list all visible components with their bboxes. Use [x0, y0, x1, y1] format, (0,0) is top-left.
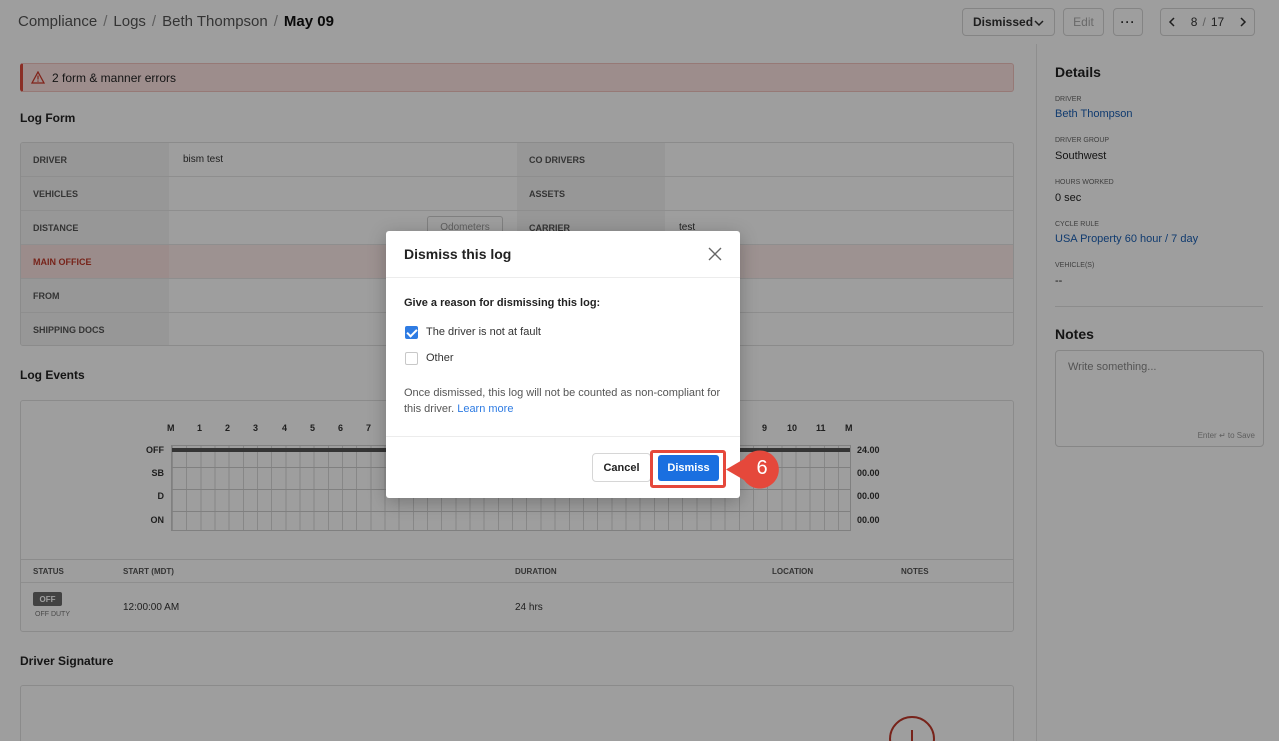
- dialog-note-text: Once dismissed, this log will not be cou…: [404, 387, 721, 415]
- dialog-note: Once dismissed, this log will not be cou…: [404, 385, 724, 417]
- dismiss-button[interactable]: Dismiss: [658, 455, 719, 481]
- reason-label[interactable]: Other: [426, 352, 454, 364]
- learn-more-link[interactable]: Learn more: [457, 403, 513, 415]
- reason-checkbox-other[interactable]: [405, 352, 418, 365]
- reason-label[interactable]: The driver is not at fault: [426, 326, 541, 338]
- close-icon[interactable]: [707, 246, 723, 262]
- dialog-prompt: Give a reason for dismissing this log:: [404, 297, 601, 309]
- dialog-title: Dismiss this log: [404, 246, 512, 262]
- dialog-divider: [386, 436, 740, 437]
- step-number: 6: [756, 457, 768, 479]
- cancel-button[interactable]: Cancel: [592, 453, 651, 482]
- reason-checkbox-not-at-fault[interactable]: [405, 326, 418, 339]
- dialog-divider: [386, 277, 740, 278]
